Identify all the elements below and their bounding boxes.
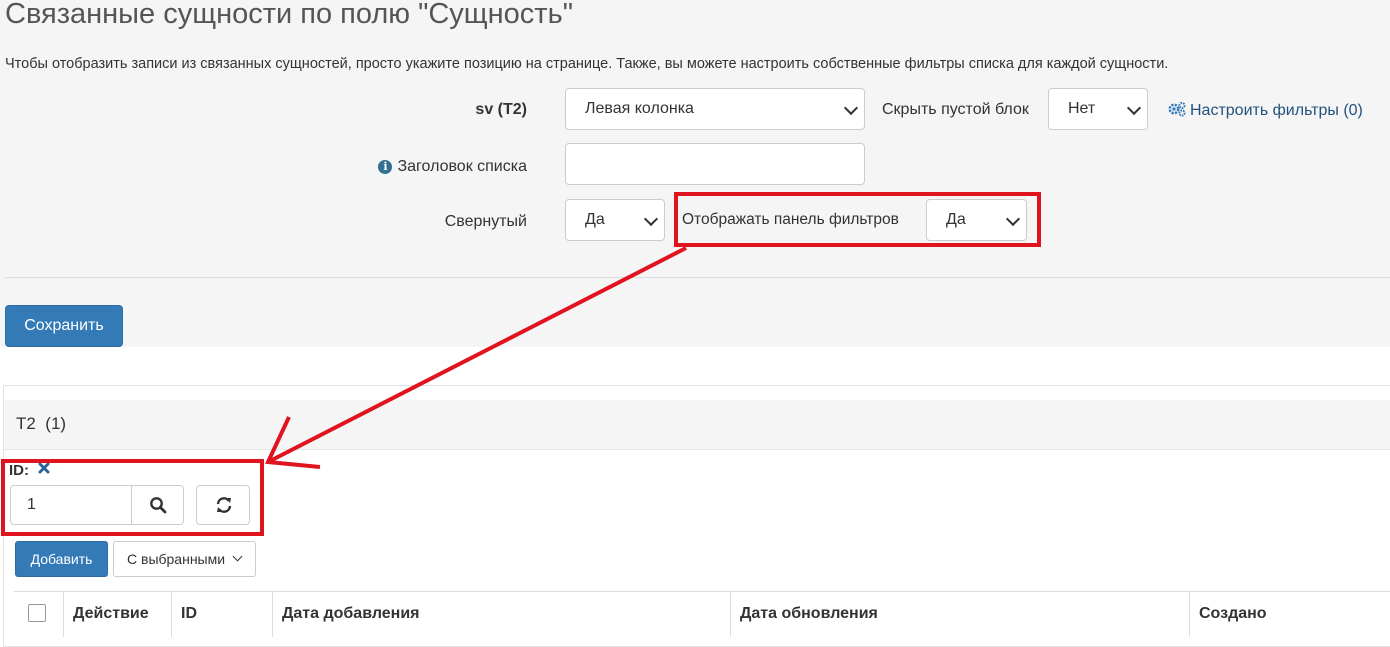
divider xyxy=(5,277,1390,278)
show-filter-panel-select-value: Да xyxy=(946,211,966,228)
remove-icon[interactable] xyxy=(38,461,50,479)
chevron-down-icon xyxy=(643,211,659,227)
column-header[interactable]: Дата добавления xyxy=(272,592,731,637)
info-icon[interactable]: i xyxy=(378,160,393,174)
search-icon xyxy=(150,497,167,514)
column-header[interactable]: Дата обновления xyxy=(730,592,1190,637)
with-selected-label: С выбранными xyxy=(127,551,226,567)
collapsed-select[interactable]: Да xyxy=(565,199,665,241)
settings-section: Связанные сущности по полю "Сущность" Чт… xyxy=(0,0,1390,347)
refresh-icon xyxy=(216,497,232,513)
column-header[interactable]: Действие xyxy=(63,592,172,637)
page-description: Чтобы отобразить записи из связанных сущ… xyxy=(5,56,1169,72)
panel-title-count: (1) xyxy=(45,414,67,433)
select-all-checkbox[interactable] xyxy=(28,604,46,622)
select-all-cell xyxy=(14,592,64,637)
save-button[interactable]: Сохранить xyxy=(5,305,123,347)
chevron-down-icon xyxy=(1005,211,1021,227)
list-title-input[interactable] xyxy=(565,143,865,185)
filter-id-label: ID: xyxy=(9,462,29,479)
filter-reset-button[interactable] xyxy=(196,485,250,525)
column-header[interactable]: ID xyxy=(171,592,273,637)
gears-icon xyxy=(1168,101,1186,117)
position-select[interactable]: Левая колонка xyxy=(565,88,865,130)
list-title-label: Заголовок списка xyxy=(397,158,527,175)
panel-title: T2 (1) xyxy=(16,414,66,434)
filter-id-input[interactable]: 1 xyxy=(10,485,132,525)
chevron-down-icon xyxy=(1126,100,1142,116)
show-filter-panel-label: Отображать панель фильтров xyxy=(682,211,899,228)
collapsed-label: Свернутый xyxy=(444,213,527,230)
hide-empty-select-value: Нет xyxy=(1068,100,1096,117)
position-select-value: Левая колонка xyxy=(585,100,694,117)
list-title-label-wrap: i Заголовок списка xyxy=(378,158,527,176)
entity-label: sv (T2) xyxy=(475,101,527,118)
chevron-down-icon xyxy=(232,551,243,562)
panel-heading[interactable]: T2 (1) xyxy=(4,400,1390,450)
hide-empty-label: Скрыть пустой блок xyxy=(882,101,1029,118)
add-button[interactable]: Добавить xyxy=(15,541,108,577)
collapsed-select-value: Да xyxy=(585,211,605,228)
hide-empty-select[interactable]: Нет xyxy=(1048,88,1148,130)
page-title: Связанные сущности по полю "Сущность" xyxy=(5,0,573,30)
table-header: Действие ID Дата добавления Дата обновле… xyxy=(14,591,1390,637)
filter-search-button[interactable] xyxy=(131,485,184,525)
panel-title-name: T2 xyxy=(16,414,36,433)
configure-filters-text: Настроить фильтры (0) xyxy=(1190,102,1363,119)
show-filter-panel-select[interactable]: Да xyxy=(926,199,1027,241)
with-selected-dropdown[interactable]: С выбранными xyxy=(113,541,256,577)
configure-filters-link[interactable]: Настроить фильтры (0) xyxy=(1167,101,1363,120)
column-header[interactable]: Создано xyxy=(1189,592,1390,637)
chevron-down-icon xyxy=(843,100,859,116)
